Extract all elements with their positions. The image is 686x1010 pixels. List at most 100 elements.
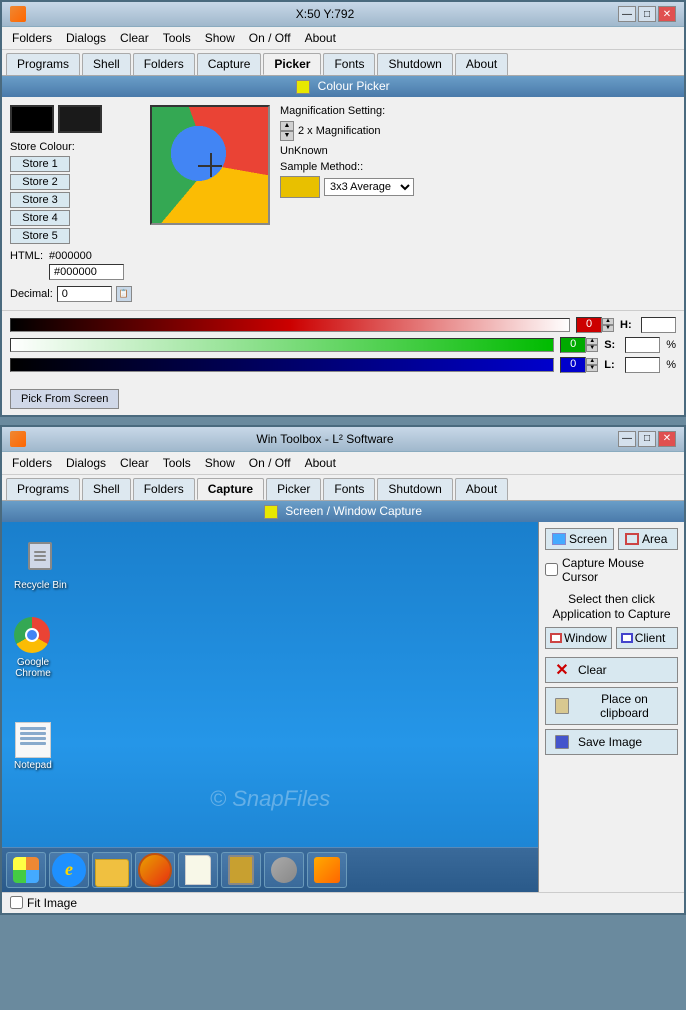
hue-slider-track[interactable] (10, 318, 570, 332)
swatch-background[interactable] (58, 105, 102, 133)
taskbar-firefox[interactable] (135, 852, 175, 888)
menu-show-1[interactable]: Show (199, 29, 241, 47)
s-spinbox-val[interactable]: 0 (560, 337, 586, 353)
h-spinbox-val[interactable]: 0 (576, 317, 602, 333)
mag-down-btn[interactable]: ▼ (280, 131, 294, 141)
misc1-icon (271, 857, 297, 883)
tab-shutdown-1[interactable]: Shutdown (377, 53, 452, 75)
tab-capture-2[interactable]: Capture (197, 478, 264, 500)
menu-tools-1[interactable]: Tools (157, 29, 197, 47)
store4-button[interactable]: Store 4 (10, 210, 70, 226)
tab-capture-1[interactable]: Capture (197, 53, 262, 75)
taskbar-start[interactable] (6, 852, 46, 888)
html-input-box[interactable]: #000000 (49, 264, 124, 280)
tab-fonts-2[interactable]: Fonts (323, 478, 375, 500)
h-down-arrow[interactable]: ▼ (602, 325, 614, 332)
taskbar-misc1[interactable] (264, 852, 304, 888)
area-label: Area (642, 532, 667, 546)
save-image-button[interactable]: Save Image (545, 729, 678, 755)
sample-method-select[interactable]: 3x3 Average (324, 178, 414, 196)
fit-image-checkbox[interactable] (10, 896, 23, 909)
l-up-arrow[interactable]: ▲ (586, 358, 598, 365)
tab-programs-1[interactable]: Programs (6, 53, 80, 75)
h-up-arrow[interactable]: ▲ (602, 318, 614, 325)
recycle-bin-icon (22, 542, 58, 578)
s-down-arrow[interactable]: ▼ (586, 345, 598, 352)
menu-folders-1[interactable]: Folders (6, 29, 58, 47)
store2-button[interactable]: Store 2 (10, 174, 70, 190)
window-title-1: X:50 Y:792 (32, 7, 618, 21)
close-button-2[interactable]: ✕ (658, 431, 676, 447)
tab-picker-1[interactable]: Picker (263, 53, 321, 75)
taskbar-doc[interactable] (178, 852, 218, 888)
menu-show-2[interactable]: Show (199, 454, 241, 472)
menu-dialogs-1[interactable]: Dialogs (60, 29, 112, 47)
menu-onoff-1[interactable]: On / Off (243, 29, 297, 47)
clear-capture-button[interactable]: ✕ Clear (545, 657, 678, 683)
s-value-box[interactable] (625, 337, 660, 353)
minimize-button-2[interactable]: — (618, 431, 636, 447)
tab-folders-1[interactable]: Folders (133, 53, 195, 75)
h-spinbox-arrows: ▲ ▼ (602, 318, 614, 332)
notepad-icon (15, 722, 51, 758)
restore-button-2[interactable]: □ (638, 431, 656, 447)
h-value-box[interactable] (641, 317, 676, 333)
screen-button[interactable]: Screen (545, 528, 614, 550)
tab-programs-2[interactable]: Programs (6, 478, 80, 500)
restore-button-1[interactable]: □ (638, 6, 656, 22)
close-button-1[interactable]: ✕ (658, 6, 676, 22)
menu-clear-1[interactable]: Clear (114, 29, 155, 47)
menu-dialogs-2[interactable]: Dialogs (60, 454, 112, 472)
clear-label: Clear (578, 663, 607, 677)
l-down-arrow[interactable]: ▼ (586, 365, 598, 372)
tab-shutdown-2[interactable]: Shutdown (377, 478, 452, 500)
menu-about-2[interactable]: About (299, 454, 342, 472)
taskbar-folder[interactable] (92, 852, 132, 888)
tab-shell-2[interactable]: Shell (82, 478, 131, 500)
minimize-button-1[interactable]: — (618, 6, 636, 22)
store3-button[interactable]: Store 3 (10, 192, 70, 208)
lum-slider-track[interactable] (10, 358, 554, 372)
desktop-icon-recycle[interactable]: Recycle Bin (14, 542, 67, 591)
store5-button[interactable]: Store 5 (10, 228, 70, 244)
tab-fonts-1[interactable]: Fonts (323, 53, 375, 75)
tab-about-1[interactable]: About (455, 53, 508, 75)
menu-onoff-2[interactable]: On / Off (243, 454, 297, 472)
decimal-value[interactable]: 0 (57, 286, 112, 302)
s-up-arrow[interactable]: ▲ (586, 338, 598, 345)
desktop-icon-notepad[interactable]: Notepad (14, 722, 52, 771)
decimal-copy-icon[interactable]: 📋 (116, 286, 132, 302)
capture-preview: Recycle Bin GoogleChrome (2, 522, 539, 892)
sat-slider-track[interactable] (10, 338, 554, 352)
mag-up-btn[interactable]: ▲ (280, 121, 294, 131)
select-app-text: Select then click Application to Capture (545, 592, 678, 623)
l-value-box[interactable] (625, 357, 660, 373)
taskbar-misc2[interactable] (307, 852, 347, 888)
taskbar-archive[interactable] (221, 852, 261, 888)
swatch-foreground[interactable] (10, 105, 54, 133)
tab-about-2[interactable]: About (455, 478, 508, 500)
desktop-icon-chrome[interactable]: GoogleChrome (14, 617, 52, 679)
menu-tools-2[interactable]: Tools (157, 454, 197, 472)
l-spinbox: 0 ▲ ▼ (560, 357, 598, 373)
tab-shell-1[interactable]: Shell (82, 53, 131, 75)
clipboard-button[interactable]: Place on clipboard (545, 687, 678, 725)
section-header-capture: Screen / Window Capture (2, 501, 684, 522)
menu-clear-2[interactable]: Clear (114, 454, 155, 472)
tab-picker-2[interactable]: Picker (266, 478, 321, 500)
bin-line-3 (34, 559, 46, 561)
client-button[interactable]: Client (616, 627, 678, 649)
area-button[interactable]: Area (618, 528, 678, 550)
taskbar-ie[interactable]: e (49, 852, 89, 888)
s-spinbox-arrows: ▲ ▼ (586, 338, 598, 352)
menu-folders-2[interactable]: Folders (6, 454, 58, 472)
save-icon (552, 734, 572, 750)
menu-about-1[interactable]: About (299, 29, 342, 47)
store1-button[interactable]: Store 1 (10, 156, 70, 172)
notepad-line-1 (20, 727, 46, 730)
tab-folders-2[interactable]: Folders (133, 478, 195, 500)
capture-mouse-checkbox[interactable] (545, 563, 558, 576)
pick-from-screen-button[interactable]: Pick From Screen (10, 389, 119, 409)
window-button[interactable]: Window (545, 627, 612, 649)
l-spinbox-val[interactable]: 0 (560, 357, 586, 373)
